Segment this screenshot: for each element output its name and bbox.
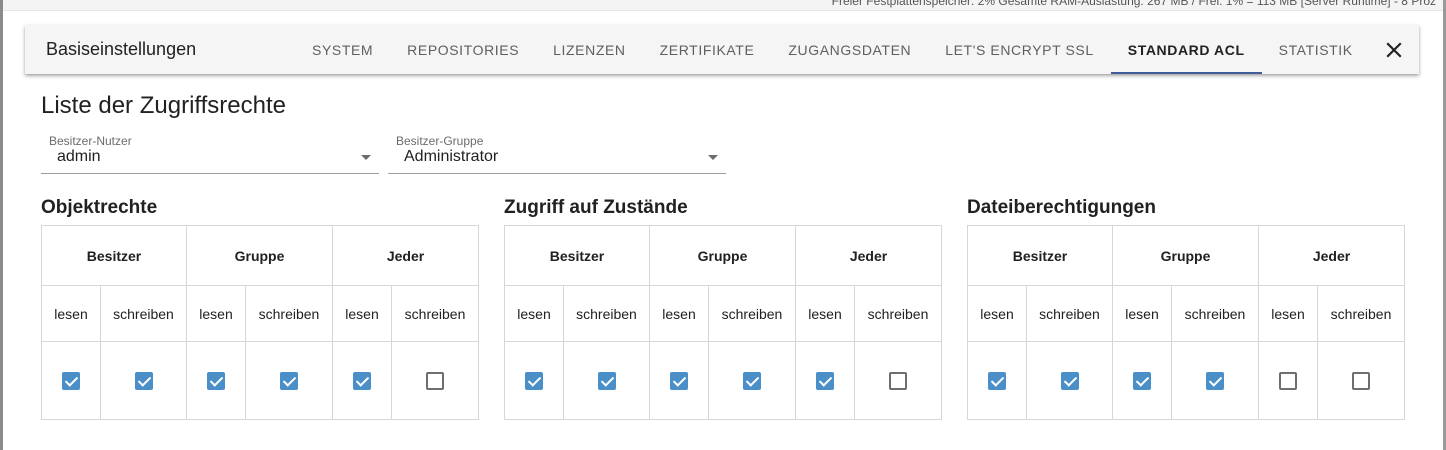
group-header: Besitzer xyxy=(504,225,650,286)
permission-header: lesen xyxy=(332,285,392,342)
group-header: Gruppe xyxy=(186,225,333,286)
page-title: Liste der Zugriffsrechte xyxy=(41,92,287,119)
tab-zertifikate[interactable]: ZERTIFIKATE xyxy=(643,25,772,74)
tab-repositories[interactable]: REPOSITORIES xyxy=(390,25,536,74)
tab-system[interactable]: SYSTEM xyxy=(295,25,390,74)
select-underline xyxy=(388,173,726,174)
permission-checkbox[interactable] xyxy=(743,371,761,390)
permission-header: lesen xyxy=(504,285,564,342)
permission-checkbox[interactable] xyxy=(889,371,907,390)
permission-checkbox[interactable] xyxy=(670,371,688,390)
permission-checkbox[interactable] xyxy=(988,371,1006,390)
section-title: Objektrechte xyxy=(41,197,158,218)
group-header: Gruppe xyxy=(649,225,796,286)
section-objektrechte: Objektrechte Besitzer Gruppe Jeder lesen… xyxy=(41,196,480,420)
chevron-down-icon xyxy=(708,155,718,160)
tab-zugangsdaten[interactable]: ZUGANGSDATEN xyxy=(771,25,928,74)
permission-checkbox[interactable] xyxy=(134,371,153,390)
permission-header: schreiben xyxy=(1171,285,1259,342)
permission-checkbox[interactable] xyxy=(525,371,543,390)
group-header: Besitzer xyxy=(967,225,1113,286)
permission-header: lesen xyxy=(1112,285,1172,342)
group-header: Gruppe xyxy=(1112,225,1259,286)
permission-header: lesen xyxy=(795,285,855,342)
acl-table: Besitzer Gruppe Jeder lesen schreiben le… xyxy=(967,225,1406,420)
owner-user-select[interactable]: Besitzer-Nutzer admin xyxy=(41,134,379,174)
owner-user-label: Besitzer-Nutzer xyxy=(49,134,132,148)
dialog-header: Basiseinstellungen SYSTEM REPOSITORIES L… xyxy=(25,25,1419,74)
owner-group-select[interactable]: Besitzer-Gruppe Administrator xyxy=(388,134,726,174)
permission-header: schreiben xyxy=(563,285,650,342)
group-header: Besitzer xyxy=(41,225,187,286)
section-title: Dateiberechtigungen xyxy=(967,197,1156,218)
dialog-title: Basiseinstellungen xyxy=(46,39,197,59)
permission-header: schreiben xyxy=(853,285,943,342)
permission-header: schreiben xyxy=(1316,285,1406,342)
permission-header: lesen xyxy=(41,285,101,342)
permission-checkbox[interactable] xyxy=(1352,371,1370,390)
permission-header: schreiben xyxy=(708,285,796,342)
left-window-edge xyxy=(0,0,3,450)
permission-checkbox[interactable] xyxy=(1206,371,1224,390)
section-zugriff-auf-zustaende: Zugriff auf Zustände Besitzer Gruppe Jed… xyxy=(504,196,943,420)
section-title: Zugriff auf Zustände xyxy=(504,197,688,218)
tab-standard-acl[interactable]: STANDARD ACL xyxy=(1110,25,1262,74)
permission-checkbox[interactable] xyxy=(353,371,371,390)
permission-header: schreiben xyxy=(245,285,333,342)
close-button[interactable] xyxy=(1381,37,1407,63)
permission-checkbox[interactable] xyxy=(426,371,444,390)
permission-checkbox[interactable] xyxy=(62,371,80,390)
group-header: Jeder xyxy=(794,225,943,286)
background-status-text: Freier Festplattenspeicher: 2% Gesamte R… xyxy=(831,0,1436,8)
permission-checkbox[interactable] xyxy=(1133,371,1151,390)
permission-checkbox[interactable] xyxy=(1060,371,1079,390)
permission-header: lesen xyxy=(649,285,709,342)
group-header: Jeder xyxy=(331,225,480,286)
acl-table: Besitzer Gruppe Jeder lesen schreiben le… xyxy=(41,225,480,420)
permission-header: lesen xyxy=(967,285,1027,342)
close-icon xyxy=(1386,42,1402,58)
owner-group-value: Administrator xyxy=(404,148,499,165)
permission-checkbox[interactable] xyxy=(816,371,834,390)
permission-header: schreiben xyxy=(1026,285,1113,342)
group-header: Jeder xyxy=(1257,225,1406,286)
background-window-strip: Freier Festplattenspeicher: 2% Gesamte R… xyxy=(0,0,1446,11)
acl-table: Besitzer Gruppe Jeder lesen schreiben le… xyxy=(504,225,943,420)
permission-checkbox[interactable] xyxy=(1279,371,1297,390)
tab-lizenzen[interactable]: LIZENZEN xyxy=(536,25,642,74)
permission-checkbox[interactable] xyxy=(280,371,298,390)
tab-bar: SYSTEM REPOSITORIES LIZENZEN ZERTIFIKATE… xyxy=(295,25,1370,74)
owner-group-label: Besitzer-Gruppe xyxy=(396,134,484,148)
permission-header: schreiben xyxy=(100,285,187,342)
tab-lets-encrypt-ssl[interactable]: LET'S ENCRYPT SSL xyxy=(928,25,1111,74)
tab-statistik[interactable]: STATISTIK xyxy=(1262,25,1370,74)
permission-checkbox[interactable] xyxy=(597,371,616,390)
permission-header: lesen xyxy=(1258,285,1318,342)
permission-header: schreiben xyxy=(390,285,480,342)
permission-header: lesen xyxy=(186,285,246,342)
chevron-down-icon xyxy=(361,155,371,160)
select-underline xyxy=(41,173,379,174)
permission-checkbox[interactable] xyxy=(207,371,225,390)
owner-user-value: admin xyxy=(57,148,101,165)
section-dateiberechtigungen: Dateiberechtigungen Besitzer Gruppe Jede… xyxy=(967,196,1406,420)
